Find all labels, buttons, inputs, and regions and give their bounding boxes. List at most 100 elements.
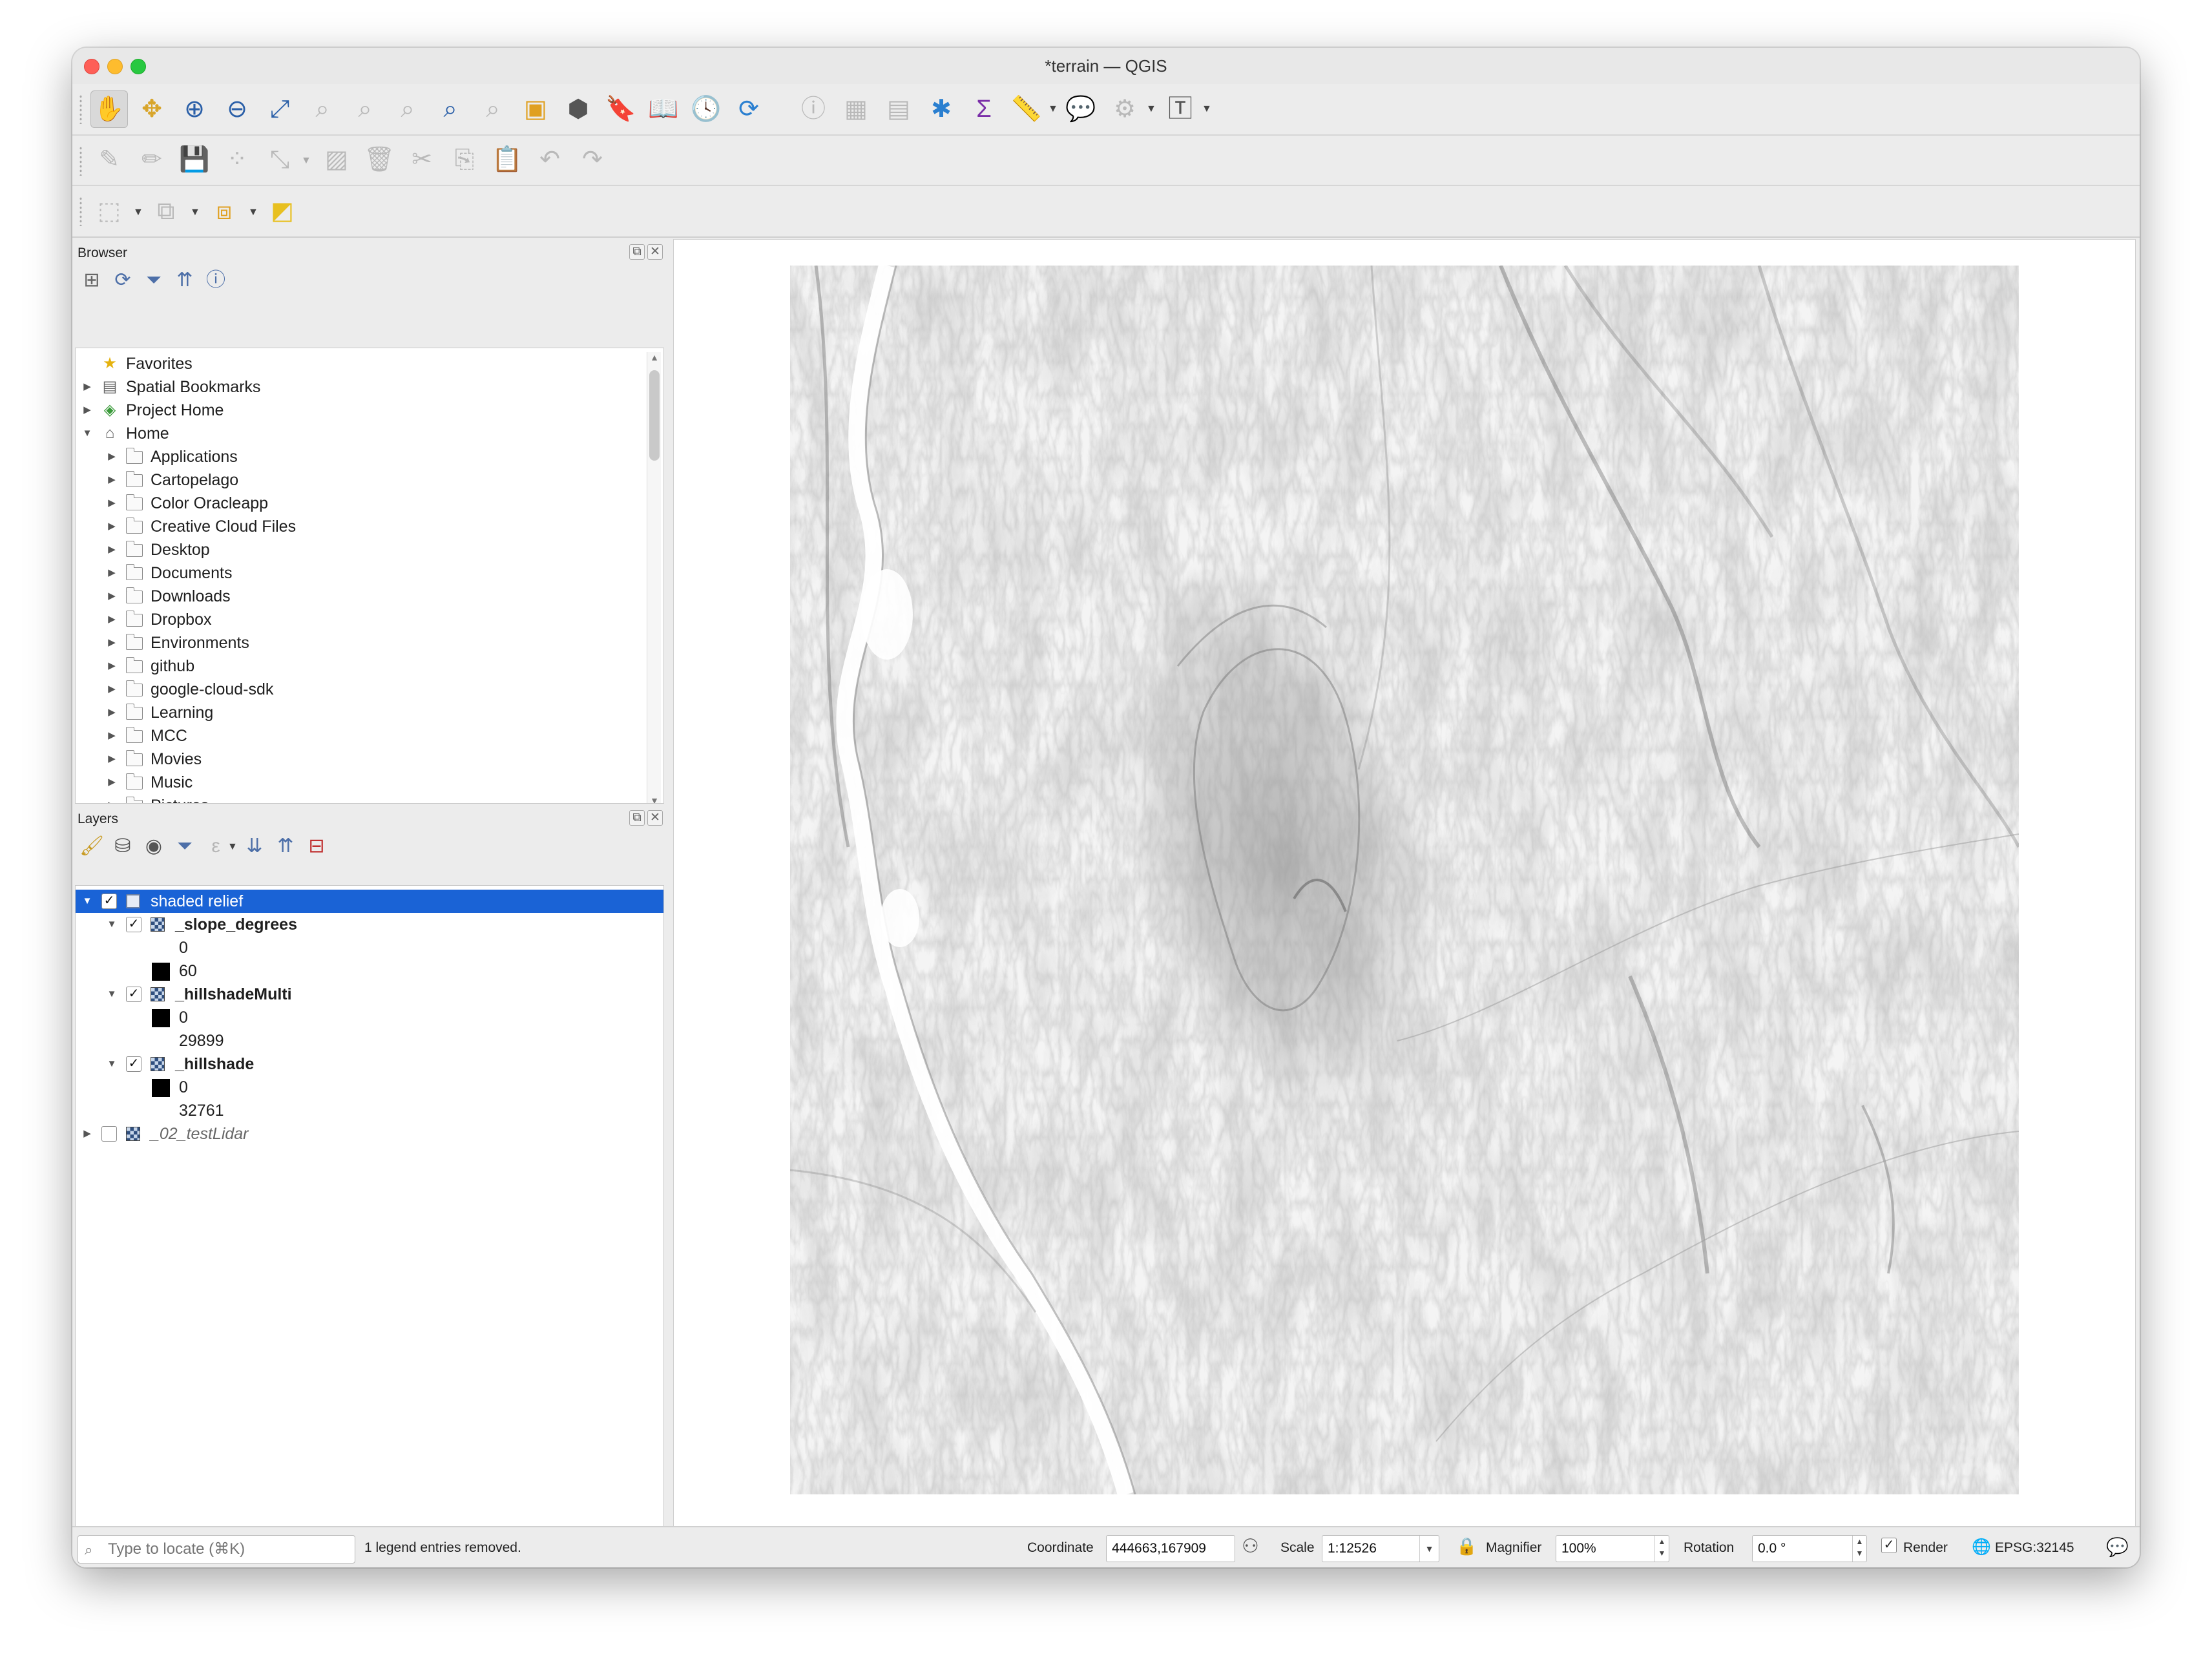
filter-browser-icon[interactable]: ⏷ <box>141 267 167 293</box>
messages-icon[interactable]: 💬 <box>2106 1536 2129 1558</box>
layer-row[interactable]: ▼ ✓ _hillshadeMulti <box>76 983 663 1006</box>
layer-row[interactable]: ▼ ✓ _slope_degrees <box>76 913 663 936</box>
zoom-to-selection-icon[interactable]: ⌕ <box>304 90 341 128</box>
browser-item[interactable]: ▶ github <box>76 654 644 678</box>
current-edits-icon[interactable]: ✎ <box>90 141 128 178</box>
select-dropdown-icon[interactable]: ▼ <box>133 207 143 218</box>
collapse-arrow-icon[interactable]: ▼ <box>105 913 118 936</box>
delete-selected-icon[interactable]: 🗑 <box>360 141 398 178</box>
add-feature-icon[interactable]: ⁘ <box>218 141 256 178</box>
measure-dropdown-icon[interactable]: ▼ <box>1048 103 1058 115</box>
measure-icon[interactable]: 📏 <box>1008 90 1045 128</box>
select-value-dropdown-icon[interactable]: ▼ <box>190 207 200 218</box>
collapse-arrow-icon[interactable]: ▼ <box>105 1052 118 1076</box>
select-by-value-icon[interactable]: ⧉ <box>147 193 185 230</box>
annotation-dropdown-icon[interactable]: ▼ <box>1202 103 1212 115</box>
collapse-arrow-icon[interactable]: ▼ <box>81 422 94 445</box>
style-manager-icon[interactable]: 🖌 <box>79 833 105 859</box>
save-edits-icon[interactable]: 💾 <box>176 141 213 178</box>
lock-scale-icon[interactable]: 🔒 <box>1456 1536 1477 1556</box>
browser-item[interactable]: ▶ Documents <box>76 561 644 585</box>
expand-arrow-icon[interactable]: ▶ <box>105 771 118 794</box>
layer-row[interactable]: ▼ ✓ shaded relief <box>76 890 663 913</box>
zoom-in-icon[interactable]: ⊕ <box>176 90 213 128</box>
layer-visibility-checkbox[interactable]: ✓ <box>101 894 117 909</box>
vertex-dropdown-icon[interactable]: ▼ <box>301 155 311 167</box>
browser-item[interactable]: ▶ Music <box>76 771 644 794</box>
layer-visibility-checkbox[interactable]: ✓ <box>126 917 141 932</box>
map-tips-icon[interactable]: 💬 <box>1062 90 1100 128</box>
paste-features-icon[interactable]: 📋 <box>488 141 526 178</box>
coordinate-field[interactable]: 444663,167909 <box>1106 1535 1235 1562</box>
expand-all-icon[interactable]: ⇊ <box>242 833 267 859</box>
expand-arrow-icon[interactable]: ▶ <box>105 654 118 678</box>
rotation-spinbox[interactable]: 0.0 ° ▲ ▼ <box>1752 1535 1867 1562</box>
browser-item[interactable]: ▶ Pictures <box>76 794 644 803</box>
settings-gear-icon[interactable]: ✱ <box>923 90 960 128</box>
zoom-out-icon[interactable]: ⊖ <box>218 90 256 128</box>
expand-arrow-icon[interactable]: ▶ <box>105 631 118 654</box>
attribute-table-icon[interactable]: ▦ <box>837 90 875 128</box>
browser-item[interactable]: ▶ Learning <box>76 701 644 724</box>
filter-expression-icon[interactable]: ε <box>203 833 229 859</box>
float-panel-icon[interactable]: ⧉ <box>629 244 645 260</box>
render-checkbox[interactable]: ✓ <box>1881 1538 1897 1553</box>
legend-entry[interactable]: 60 <box>76 959 663 983</box>
browser-item[interactable]: ▶ Applications <box>76 445 644 468</box>
toolbar-grip[interactable] <box>79 196 83 226</box>
pan-hand-icon[interactable]: ✋ <box>90 90 128 128</box>
scroll-up-icon[interactable]: ▲ <box>647 352 662 365</box>
browser-item[interactable]: ▶ Desktop <box>76 538 644 561</box>
remove-layer-icon[interactable]: ⊟ <box>304 833 329 859</box>
browser-item[interactable]: ▶ Environments <box>76 631 644 654</box>
magnifier-stepper-icon[interactable]: ▲ ▼ <box>1654 1536 1669 1562</box>
layer-row[interactable]: ▼ ✓ _hillshade <box>76 1052 663 1076</box>
browser-item[interactable]: ▶ ◈ Project Home <box>76 399 644 422</box>
browser-item[interactable]: ▶ Cartopelago <box>76 468 644 492</box>
toolbar-grip[interactable] <box>79 94 83 124</box>
layer-row[interactable]: ▶ _02_testLidar <box>76 1122 663 1145</box>
deselect-features-icon[interactable]: ⧈ <box>205 193 243 230</box>
locator-search-input[interactable] <box>108 1540 347 1559</box>
legend-entry[interactable]: 32761 <box>76 1099 663 1122</box>
scale-combobox[interactable]: 1:12526 ▼ <box>1322 1535 1439 1562</box>
text-annotation-icon[interactable]: 🅃 <box>1162 90 1199 128</box>
toolbar-grip[interactable] <box>79 146 83 176</box>
scale-dropdown-icon[interactable]: ▼ <box>1419 1536 1439 1562</box>
crs-label[interactable]: EPSG:32145 <box>1995 1540 2074 1556</box>
globe-crs-icon[interactable]: 🌐 <box>1972 1538 1991 1556</box>
manage-visibility-icon[interactable]: ◉ <box>141 833 167 859</box>
layer-visibility-checkbox[interactable]: ✓ <box>126 987 141 1002</box>
undo-icon[interactable]: ↶ <box>531 141 569 178</box>
zoom-last-icon[interactable]: ⌕ <box>432 90 469 128</box>
browser-scrollbar[interactable]: ▲ ▼ <box>647 352 662 803</box>
redo-icon[interactable]: ↷ <box>574 141 611 178</box>
refresh-icon[interactable]: ⟳ <box>110 267 136 293</box>
expand-arrow-icon[interactable]: ▶ <box>105 492 118 515</box>
expand-arrow-icon[interactable]: ▶ <box>105 445 118 468</box>
rotation-stepper-icon[interactable]: ▲ ▼ <box>1852 1536 1866 1562</box>
filter-dropdown-icon[interactable]: ▼ <box>227 841 238 853</box>
collapse-arrow-icon[interactable]: ▼ <box>105 983 118 1006</box>
expand-arrow-icon[interactable]: ▶ <box>105 515 118 538</box>
expand-arrow-icon[interactable]: ▶ <box>105 468 118 492</box>
close-panel-icon[interactable]: ✕ <box>647 810 663 826</box>
expand-arrow-icon[interactable]: ▶ <box>105 608 118 631</box>
new-3d-view-icon[interactable]: ⬢ <box>559 90 597 128</box>
close-panel-icon[interactable]: ✕ <box>647 244 663 260</box>
show-bookmarks-icon[interactable]: 📖 <box>645 90 682 128</box>
locator-icon[interactable]: ⚙ <box>1106 90 1143 128</box>
collapse-all-icon[interactable]: ⇈ <box>273 833 298 859</box>
bookmark-icon[interactable]: 🔖 <box>602 90 640 128</box>
expand-arrow-icon[interactable]: ▶ <box>105 561 118 585</box>
refresh-icon[interactable]: ⟳ <box>730 90 767 128</box>
browser-item[interactable]: ★ Favorites <box>76 352 644 375</box>
locator-dropdown-icon[interactable]: ▼ <box>1146 103 1156 115</box>
expand-arrow-icon[interactable]: ▶ <box>105 701 118 724</box>
magnifier-spinbox[interactable]: 100% ▲ ▼ <box>1556 1535 1669 1562</box>
temporal-controller-icon[interactable]: 🕓 <box>687 90 725 128</box>
browser-item[interactable]: ▶ MCC <box>76 724 644 748</box>
browser-item[interactable]: ▶ Dropbox <box>76 608 644 631</box>
expand-arrow-icon[interactable]: ▶ <box>81 399 94 422</box>
expand-arrow-icon[interactable]: ▶ <box>81 375 94 399</box>
